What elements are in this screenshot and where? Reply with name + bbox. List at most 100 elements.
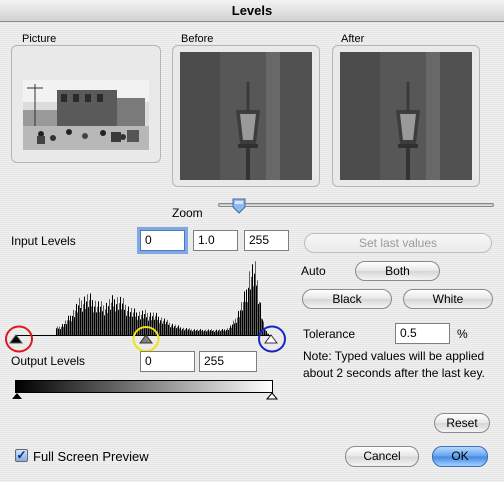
histogram-bar — [120, 296, 121, 335]
histogram-bar — [104, 315, 105, 335]
histogram-bar — [102, 311, 103, 335]
zoom-slider[interactable] — [218, 198, 494, 214]
histogram-bar — [87, 294, 88, 335]
tolerance-field[interactable]: 0.5 — [395, 323, 450, 344]
histogram-bar — [163, 321, 164, 335]
histogram-bar — [209, 331, 210, 335]
histogram-bar — [219, 329, 220, 335]
histogram-bar — [211, 329, 212, 335]
histogram-bar — [86, 301, 87, 335]
histogram-bar — [229, 328, 230, 335]
histogram-bar — [99, 312, 100, 335]
zoom-slider-track[interactable] — [218, 203, 494, 207]
histogram-bar — [68, 315, 69, 335]
histogram-bar — [92, 300, 93, 335]
auto-white-button[interactable]: White — [403, 289, 493, 309]
histogram-bar — [103, 305, 104, 335]
histogram-bar — [124, 309, 125, 335]
histogram-bar — [73, 309, 74, 335]
histogram-bar — [237, 317, 238, 335]
histogram-bar — [171, 325, 172, 335]
histogram-bar — [183, 327, 184, 335]
histogram-bar — [190, 330, 191, 335]
histogram-bar — [185, 329, 186, 335]
after-panel — [332, 45, 480, 187]
auto-black-button[interactable]: Black — [302, 289, 392, 309]
histogram-bar — [108, 306, 109, 335]
reset-button[interactable]: Reset — [434, 413, 490, 433]
ok-button[interactable]: OK — [432, 446, 488, 467]
output-white-field[interactable]: 255 — [199, 351, 257, 372]
cancel-button[interactable]: Cancel — [345, 446, 419, 467]
after-preview-image — [340, 52, 472, 180]
output-black-handle[interactable] — [10, 392, 24, 400]
histogram-bar — [187, 330, 188, 335]
histogram-bar — [116, 304, 117, 335]
full-screen-preview-checkbox[interactable]: ✓ — [15, 449, 28, 462]
histogram-bar — [212, 331, 213, 335]
histogram-bar — [191, 329, 192, 335]
histogram-bar — [217, 331, 218, 335]
auto-both-button[interactable]: Both — [355, 261, 440, 281]
histogram-bar — [170, 327, 171, 335]
histogram-bar — [101, 301, 102, 335]
black-marker-circle — [5, 325, 33, 353]
picture-thumbnail[interactable] — [23, 80, 149, 150]
histogram-bar — [253, 286, 254, 335]
histogram-bar — [174, 326, 175, 335]
histogram-bar — [109, 299, 110, 335]
histogram-bar — [115, 311, 116, 335]
input-black-field[interactable]: 0 — [140, 230, 185, 251]
histogram-bar — [224, 329, 225, 335]
histogram-bar — [233, 320, 234, 335]
histogram-bar — [196, 330, 197, 335]
histogram-bar — [165, 324, 166, 335]
output-white-handle[interactable] — [265, 392, 279, 400]
histogram-bar — [56, 328, 57, 335]
histogram-bar — [216, 329, 217, 335]
zoom-label: Zoom — [172, 206, 203, 220]
output-black-field[interactable]: 0 — [140, 351, 195, 372]
histogram-bar — [232, 324, 233, 335]
histogram-bar — [176, 328, 177, 335]
histogram-bar — [114, 299, 115, 335]
histogram-bar — [235, 318, 236, 335]
after-preview[interactable] — [340, 52, 472, 180]
input-levels-label: Input Levels — [11, 234, 76, 248]
histogram-bar — [125, 304, 126, 335]
picture-label: Picture — [22, 33, 57, 45]
histogram-bar — [215, 330, 216, 335]
zoom-slider-thumb[interactable] — [232, 198, 246, 214]
histogram-bar — [218, 330, 219, 335]
histogram-bar — [59, 326, 60, 335]
histogram-bar — [106, 302, 107, 335]
histogram-bar — [177, 326, 178, 335]
histogram-bar — [113, 306, 114, 335]
histogram-bar — [94, 306, 95, 335]
histogram-bar — [80, 308, 81, 335]
input-white-field[interactable]: 255 — [244, 230, 289, 251]
histogram-bar — [214, 331, 215, 335]
histogram-bar — [96, 312, 97, 335]
histogram-bar — [226, 329, 227, 335]
histogram-bar — [175, 324, 176, 335]
histogram-bar — [198, 331, 199, 335]
histogram-bar — [223, 330, 224, 335]
histogram-bar — [111, 302, 112, 335]
histogram-bar — [207, 330, 208, 335]
histogram-bar — [74, 317, 75, 335]
input-gamma-field[interactable]: 1.0 — [193, 230, 238, 251]
histogram-bar — [61, 326, 62, 335]
histogram-bar — [172, 323, 173, 335]
histogram-bar — [91, 306, 92, 335]
histogram-bar — [201, 330, 202, 335]
before-preview[interactable] — [180, 52, 312, 180]
histogram-bar — [186, 328, 187, 335]
histogram-bar — [112, 295, 113, 335]
histogram-bar — [230, 325, 231, 335]
histogram-bar — [189, 328, 190, 335]
histogram-bar — [231, 327, 232, 335]
histogram-bar — [123, 298, 124, 335]
set-last-values-button[interactable]: Set last values — [304, 233, 492, 253]
histogram-bar — [162, 323, 163, 335]
